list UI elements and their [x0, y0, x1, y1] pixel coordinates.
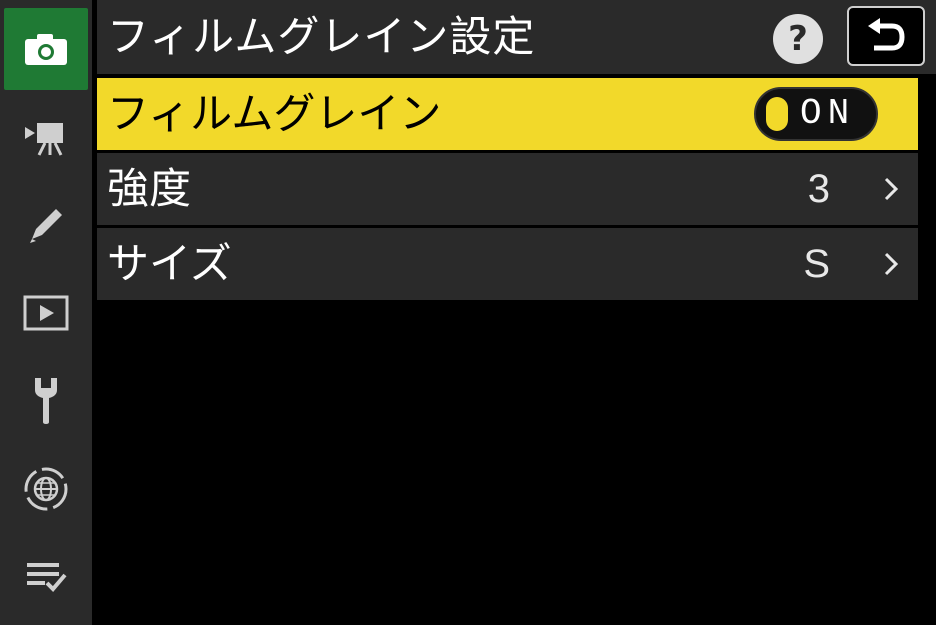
chevron-right-icon [884, 252, 899, 276]
menu-item-size[interactable]: サイズ S [97, 228, 918, 300]
header-bar: フィルムグレイン設定 ? [97, 0, 936, 74]
menu-item-value: 3 [807, 167, 830, 211]
pencil-icon [30, 209, 62, 243]
back-arrow-icon [868, 18, 905, 51]
camera-icon [25, 34, 67, 65]
back-button[interactable] [847, 6, 925, 66]
toggle-state-text: ON [800, 93, 856, 134]
movie-camera-icon [25, 123, 63, 156]
menu-item-value: S [803, 242, 830, 286]
menu-item-label: サイズ [107, 239, 232, 288]
menu-item-label: 強度 [107, 164, 192, 213]
menu-item-label: フィルムグレイン [107, 89, 442, 138]
toggle-knob [766, 97, 788, 131]
film-grain-toggle[interactable]: ON [754, 87, 878, 141]
sidebar-item-network[interactable] [4, 448, 88, 530]
sidebar-item-movie-shooting[interactable] [4, 96, 88, 178]
sidebar [0, 0, 92, 625]
wrench-icon [35, 378, 57, 424]
sidebar-item-my-menu[interactable] [4, 536, 88, 618]
sidebar-item-custom-settings[interactable] [4, 184, 88, 266]
sidebar-item-playback[interactable] [4, 272, 88, 354]
network-icon [24, 467, 68, 511]
menu-item-film-grain[interactable]: フィルムグレイン ON [97, 78, 918, 150]
page-title: フィルムグレイン設定 [107, 12, 536, 61]
my-menu-icon [27, 563, 67, 592]
sidebar-item-photo-shooting[interactable] [4, 8, 88, 90]
menu-item-strength[interactable]: 強度 3 [97, 153, 918, 225]
help-icon[interactable]: ? [773, 14, 823, 64]
playback-icon [23, 295, 69, 331]
chevron-right-icon [884, 177, 899, 201]
sidebar-item-setup[interactable] [4, 360, 88, 442]
